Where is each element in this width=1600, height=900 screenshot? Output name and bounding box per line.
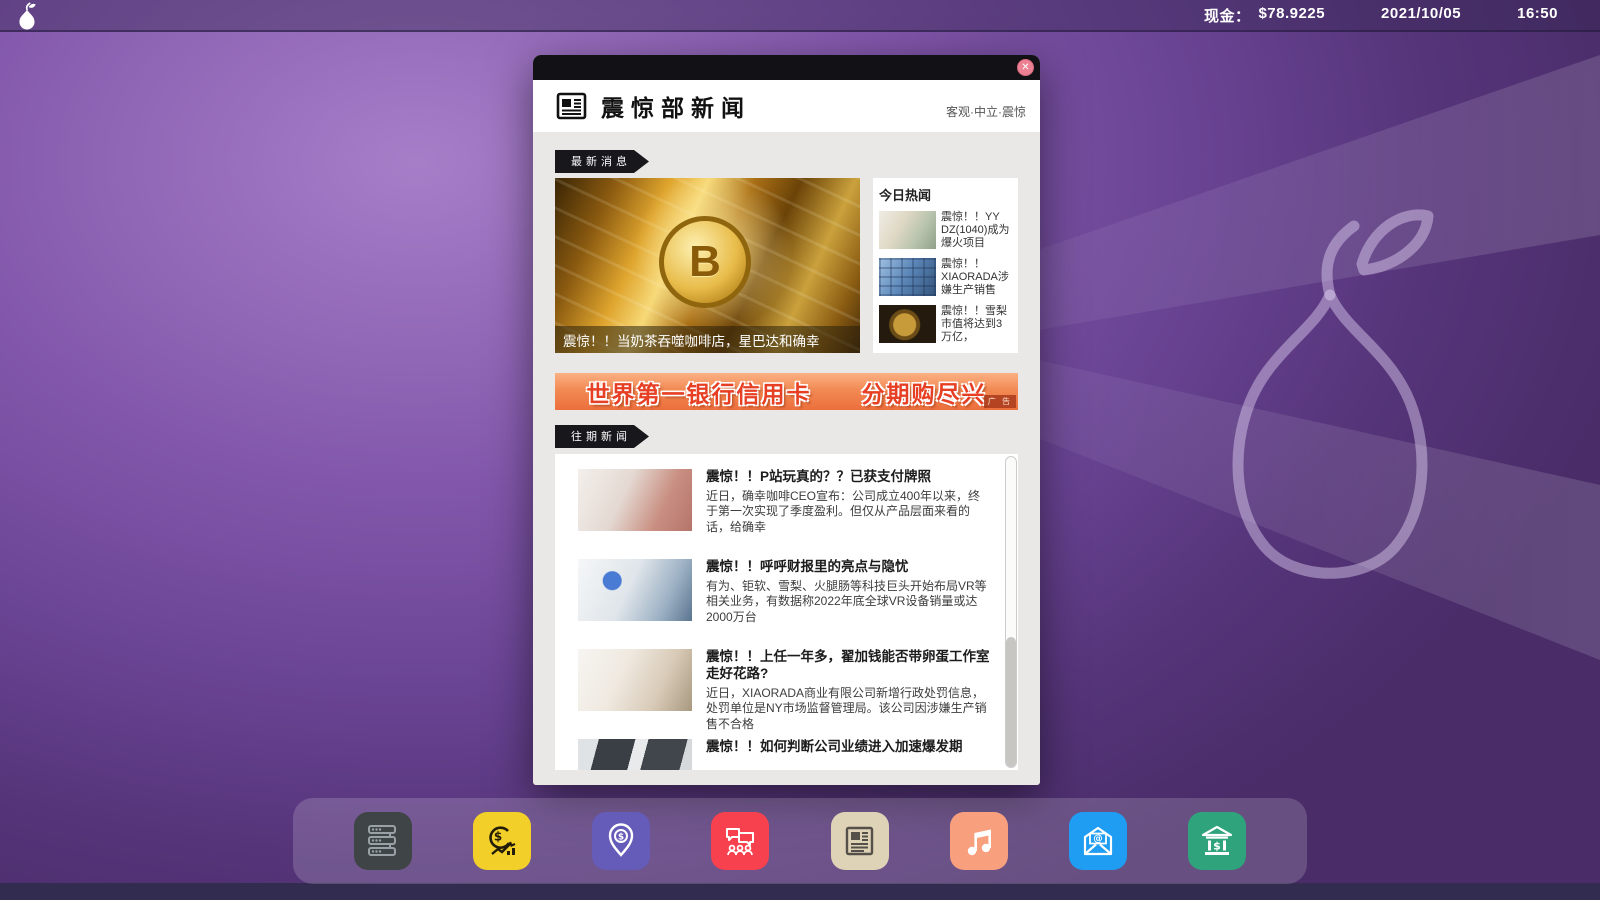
ad-label: 广 告 bbox=[984, 395, 1016, 408]
hot-news-item[interactable]: 震惊！！雪梨市值将达到3万亿， bbox=[879, 305, 1012, 344]
server-stack-icon bbox=[365, 823, 401, 859]
cash-value: $78.9225 bbox=[1258, 5, 1325, 26]
ad-banner[interactable]: 世界第一银行信用卡 分期购尽兴 广 告 bbox=[555, 373, 1018, 410]
news-description: 近日，确幸咖啡CEO宣布：公司成立400年以来，终于第一次实现了季度盈利。但仅从… bbox=[706, 489, 990, 536]
dollar-pin-icon: $ bbox=[603, 823, 639, 859]
hot-thumbnail-keyboard bbox=[879, 258, 936, 296]
news-thumbnail-house bbox=[578, 469, 692, 531]
app-title: 震惊部新闻 bbox=[601, 89, 751, 123]
price-pin-app-icon[interactable]: $ bbox=[592, 812, 650, 870]
pear-outline-icon bbox=[1238, 215, 1428, 573]
past-news-list: 震惊！！P站玩真的？？已获支付牌照 近日，确幸咖啡CEO宣布：公司成立400年以… bbox=[555, 454, 1018, 770]
newspaper-icon bbox=[842, 823, 878, 859]
coin-chart-icon: $ bbox=[484, 823, 520, 859]
hot-item-text: 震惊！！XIAORADA涉嫌生产销售 bbox=[941, 258, 1012, 297]
news-title: 震惊！！P站玩真的？？已获支付牌照 bbox=[706, 469, 990, 486]
close-button[interactable]: ✕ bbox=[1017, 59, 1034, 76]
hot-item-text: 震惊！！YY DZ(1040)成为爆火项目 bbox=[941, 211, 1012, 250]
hot-news-item[interactable]: 震惊！！XIAORADA涉嫌生产销售 bbox=[879, 258, 1012, 297]
ad-banner-text: 世界第一银行信用卡 分期购尽兴 bbox=[587, 375, 987, 409]
bank-dollar-icon: $ bbox=[1199, 823, 1235, 859]
light-beam-upper bbox=[1038, 55, 1600, 330]
community-chat-app-icon[interactable] bbox=[711, 812, 769, 870]
mail-app-icon[interactable]: @ bbox=[1069, 812, 1127, 870]
featured-story[interactable]: B 震惊！！当奶茶吞噬咖啡店，星巴达和确幸 bbox=[555, 178, 860, 353]
news-item[interactable]: 震惊！！如何判断公司业绩进入加速爆发期 bbox=[578, 739, 990, 770]
news-item[interactable]: 震惊！！上任一年多，翟加钱能否带卵蛋工作室走好花路? 近日，XIAORADA商业… bbox=[578, 649, 990, 729]
news-description: 有为、钜软、雪梨、火腿肠等科技巨头开始布局VR等相关业务，有数据称2022年底全… bbox=[706, 579, 990, 626]
svg-text:$: $ bbox=[618, 832, 624, 842]
section-tag-latest: 最新消息 bbox=[555, 150, 649, 173]
news-app-icon[interactable] bbox=[831, 812, 889, 870]
desktop-bottom-strip bbox=[0, 883, 1600, 900]
gold-coin-graphic: B bbox=[659, 216, 751, 308]
section-tag-past: 往期新闻 bbox=[555, 425, 649, 448]
news-app-window: ✕ 震惊部新闻 客观·中立·震惊 最新消息 B 震惊！！当奶茶吞噬咖啡店，星巴 bbox=[533, 55, 1040, 785]
news-thumbnail-suits bbox=[578, 739, 692, 770]
hot-news-item[interactable]: 震惊！！YY DZ(1040)成为爆火项目 bbox=[879, 211, 1012, 250]
svg-text:$: $ bbox=[494, 830, 502, 844]
list-scrollbar[interactable] bbox=[1005, 456, 1017, 768]
news-description: 近日，XIAORADA商业有限公司新增行政处罚信息，处罚单位是NY市场监督管理局… bbox=[706, 686, 990, 733]
pear-logo-artwork bbox=[1000, 0, 1600, 720]
news-title: 震惊！！上任一年多，翟加钱能否带卵蛋工作室走好花路? bbox=[706, 649, 990, 683]
hot-news-title: 今日热闻 bbox=[879, 185, 1012, 204]
date-display: 2021/10/05 bbox=[1381, 5, 1461, 26]
hot-news-panel: 今日热闻 震惊！！YY DZ(1040)成为爆火项目 震惊！！XIAORADA涉… bbox=[873, 178, 1018, 353]
hot-thumbnail-coin bbox=[879, 305, 936, 343]
music-app-icon[interactable] bbox=[950, 812, 1008, 870]
news-thumbnail-desk bbox=[578, 649, 692, 711]
hot-thumbnail-cash bbox=[879, 211, 936, 249]
desktop: 现金： $78.9225 2021/10/05 16:50 ✕ bbox=[0, 0, 1600, 900]
bank-app-icon[interactable]: $ bbox=[1188, 812, 1246, 870]
news-thumbnail-laptop bbox=[578, 559, 692, 621]
news-item[interactable]: 震惊！！呼呼财报里的亮点与隐忧 有为、钜软、雪梨、火腿肠等科技巨头开始布局VR等… bbox=[578, 559, 990, 639]
app-header: 震惊部新闻 客观·中立·震惊 bbox=[533, 80, 1040, 132]
music-note-icon bbox=[961, 823, 997, 859]
featured-caption: 震惊！！当奶茶吞噬咖啡店，星巴达和确幸 bbox=[555, 326, 860, 353]
news-title: 震惊！！如何判断公司业绩进入加速爆发期 bbox=[706, 739, 990, 756]
newspaper-logo-icon bbox=[555, 90, 589, 122]
svg-text:$: $ bbox=[1213, 840, 1221, 853]
scrollbar-thumb[interactable] bbox=[1006, 637, 1016, 767]
news-title: 震惊！！呼呼财报里的亮点与隐忧 bbox=[706, 559, 990, 576]
hot-item-text: 震惊！！雪梨市值将达到3万亿， bbox=[941, 305, 1012, 344]
window-titlebar[interactable]: ✕ bbox=[533, 55, 1040, 80]
dock: $ $ bbox=[293, 798, 1307, 884]
envelope-at-icon: @ bbox=[1080, 823, 1116, 859]
chat-people-icon bbox=[722, 823, 758, 859]
cash-display: 现金： $78.9225 bbox=[1204, 5, 1325, 26]
top-status-bar: 现金： $78.9225 2021/10/05 16:50 bbox=[0, 0, 1600, 32]
finance-chart-app-icon[interactable]: $ bbox=[473, 812, 531, 870]
news-item[interactable]: 震惊！！P站玩真的？？已获支付牌照 近日，确幸咖啡CEO宣布：公司成立400年以… bbox=[578, 469, 990, 549]
database-app-icon[interactable] bbox=[354, 812, 412, 870]
time-display: 16:50 bbox=[1517, 5, 1558, 26]
pear-menu-icon[interactable] bbox=[16, 2, 38, 30]
app-tagline: 客观·中立·震惊 bbox=[946, 103, 1026, 120]
svg-text:@: @ bbox=[1093, 834, 1103, 845]
light-beam-lower bbox=[1038, 360, 1600, 660]
cash-label: 现金： bbox=[1204, 5, 1251, 26]
